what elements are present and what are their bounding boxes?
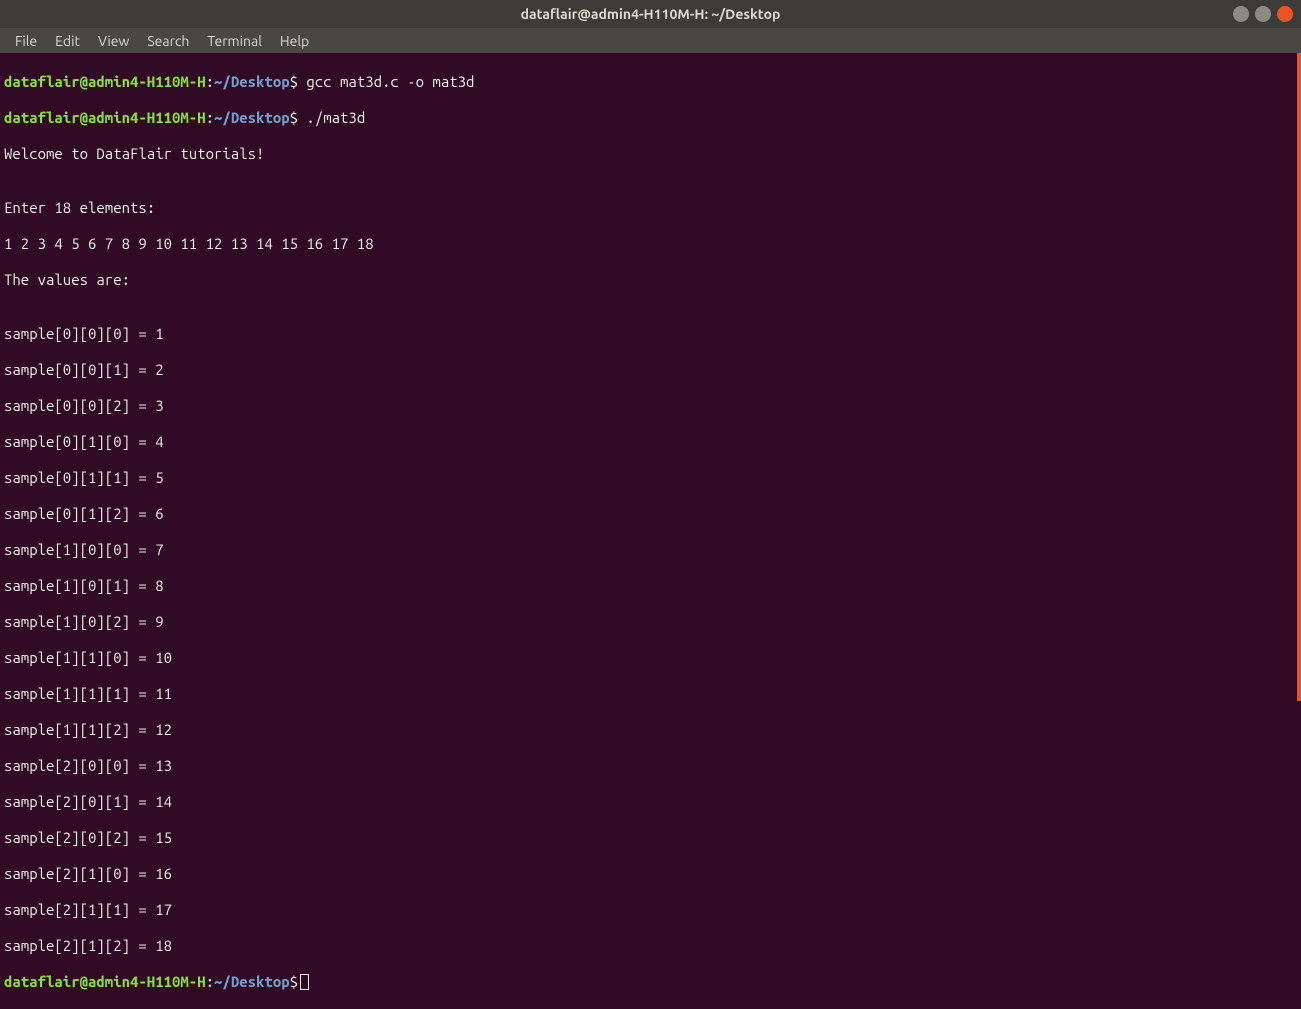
prompt-path: ~/Desktop [214, 109, 290, 126]
prompt-separator: : [206, 73, 214, 90]
prompt-path: ~/Desktop [214, 73, 290, 90]
output-line: sample[0][0][0] = 1 [4, 325, 1297, 343]
close-button[interactable] [1277, 6, 1293, 22]
output-line: sample[2][0][2] = 15 [4, 829, 1297, 847]
terminal-area[interactable]: dataflair@admin4-H110M-H:~/Desktop$ gcc … [0, 53, 1301, 701]
window-controls [1233, 6, 1293, 22]
menu-view[interactable]: View [89, 30, 138, 52]
command-text: ./mat3d [298, 109, 365, 126]
output-line: sample[1][0][1] = 8 [4, 577, 1297, 595]
output-line: sample[2][1][1] = 17 [4, 901, 1297, 919]
menu-help[interactable]: Help [271, 30, 318, 52]
output-line: sample[1][0][2] = 9 [4, 613, 1297, 631]
menu-terminal[interactable]: Terminal [198, 30, 271, 52]
command-text: gcc mat3d.c -o mat3d [298, 73, 474, 90]
output-line: sample[0][0][2] = 3 [4, 397, 1297, 415]
prompt-separator: : [206, 973, 214, 990]
menu-search[interactable]: Search [138, 30, 198, 52]
prompt-sigil: $ [290, 973, 298, 990]
output-line: sample[2][1][0] = 16 [4, 865, 1297, 883]
scrollbar[interactable] [1297, 53, 1301, 701]
output-line: sample[0][0][1] = 2 [4, 361, 1297, 379]
menubar: File Edit View Search Terminal Help [0, 28, 1301, 53]
output-line: The values are: [4, 271, 1297, 289]
prompt-separator: : [206, 109, 214, 126]
window-title: dataflair@admin4-H110M-H: ~/Desktop [521, 6, 781, 22]
prompt-userhost: dataflair@admin4-H110M-H [4, 73, 206, 90]
output-line: sample[2][0][0] = 13 [4, 757, 1297, 775]
terminal-line: dataflair@admin4-H110M-H:~/Desktop$ ./ma… [4, 109, 1297, 127]
output-line: sample[0][1][2] = 6 [4, 505, 1297, 523]
menu-edit[interactable]: Edit [46, 30, 89, 52]
prompt-sigil: $ [290, 73, 298, 90]
output-line: Enter 18 elements: [4, 199, 1297, 217]
window-titlebar: dataflair@admin4-H110M-H: ~/Desktop [0, 0, 1301, 28]
minimize-button[interactable] [1233, 6, 1249, 22]
terminal-line: dataflair@admin4-H110M-H:~/Desktop$ gcc … [4, 73, 1297, 91]
prompt-userhost: dataflair@admin4-H110M-H [4, 973, 206, 990]
terminal-line: dataflair@admin4-H110M-H:~/Desktop$ [4, 973, 1297, 991]
prompt-sigil: $ [290, 109, 298, 126]
output-line: sample[2][0][1] = 14 [4, 793, 1297, 811]
prompt-path: ~/Desktop [214, 973, 290, 990]
output-line: sample[1][1][1] = 11 [4, 685, 1297, 703]
output-line: sample[1][1][0] = 10 [4, 649, 1297, 667]
cursor-icon [300, 974, 309, 990]
maximize-button[interactable] [1255, 6, 1271, 22]
output-line: Welcome to DataFlair tutorials! [4, 145, 1297, 163]
output-line: sample[2][1][2] = 18 [4, 937, 1297, 955]
output-line: sample[1][1][2] = 12 [4, 721, 1297, 739]
prompt-userhost: dataflair@admin4-H110M-H [4, 109, 206, 126]
output-line: sample[0][1][0] = 4 [4, 433, 1297, 451]
output-line: sample[0][1][1] = 5 [4, 469, 1297, 487]
output-line: sample[1][0][0] = 7 [4, 541, 1297, 559]
menu-file[interactable]: File [6, 30, 46, 52]
output-line: 1 2 3 4 5 6 7 8 9 10 11 12 13 14 15 16 1… [4, 235, 1297, 253]
